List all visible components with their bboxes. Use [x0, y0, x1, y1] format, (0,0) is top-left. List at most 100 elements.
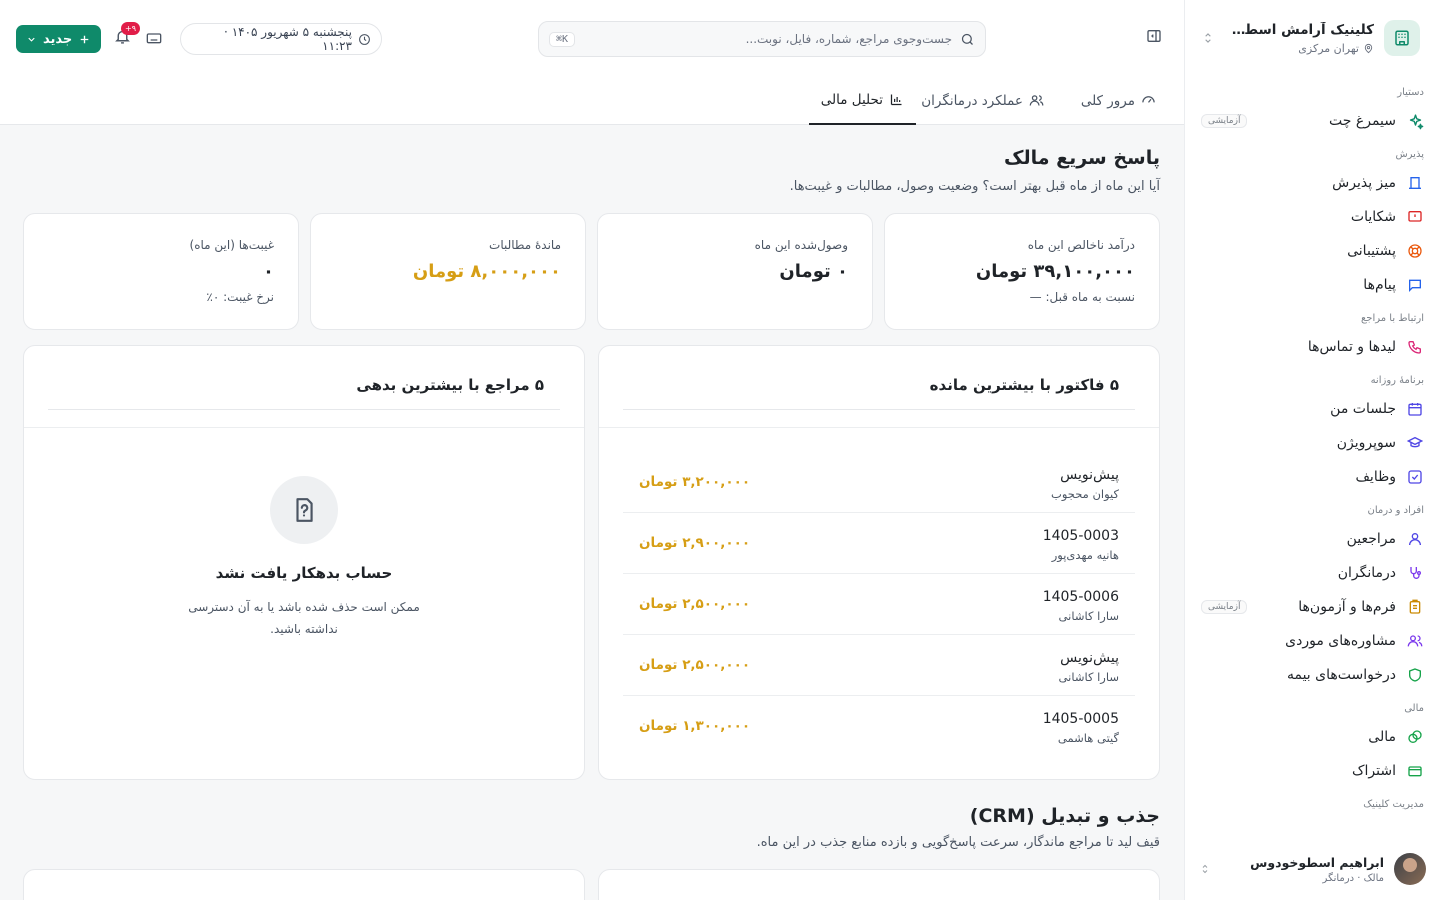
invoice-amount: ۱,۳۰۰,۰۰۰ تومان	[639, 718, 751, 734]
sidebar-item-messages[interactable]: پیام‌ها	[1185, 268, 1440, 302]
graduation-cap-icon	[1406, 434, 1424, 452]
search-input[interactable]: جست‌وجوی مراجع، شماره، فایل، نوبت...	[583, 32, 952, 46]
sidebar-item-label: لیدها و تماس‌ها	[1307, 339, 1396, 355]
kpi-sub: نرخ غیبت: ۰٪	[206, 290, 274, 304]
phone-icon	[1406, 338, 1424, 356]
card-title: ۵ فاکتور با بیشترین مانده	[929, 376, 1119, 394]
kpi-value: ۰ تومان	[779, 261, 848, 282]
sidebar-item-label: مالی	[1368, 729, 1396, 745]
kpi-label: غیبت‌ها (این ماه)	[189, 238, 274, 252]
sidebar-item-forms[interactable]: فرم‌ها و آزمون‌ها آزمایشی	[1185, 590, 1440, 624]
main-content: پاسخ سریع مالک آیا این ماه از ماه قبل به…	[0, 125, 1184, 900]
kpi-label: وصول‌شده این ماه	[754, 238, 848, 252]
trial-badge: آزمایشی	[1201, 600, 1248, 614]
alert-message-icon	[1406, 208, 1424, 226]
file-question-icon	[270, 476, 338, 544]
sidebar-item-label: سوپرویژن	[1336, 435, 1396, 451]
sidebar-item-case-consultations[interactable]: مشاوره‌های موردی	[1185, 624, 1440, 658]
top-invoices-card: ۵ فاکتور با بیشترین مانده پیش‌نویس کیوان…	[598, 345, 1160, 780]
group-title: مدیریت کلینیک	[1363, 799, 1424, 810]
group-title: پذیرش	[1395, 149, 1424, 160]
user-menu[interactable]: ابراهیم اسطوخودوس مالک · درمانگر	[1185, 850, 1440, 888]
invoice-row[interactable]: 1405-0006 سارا کاشانی ۲,۵۰۰,۰۰۰ تومان	[623, 574, 1135, 635]
tab-label: تحلیل مالی	[820, 91, 883, 108]
shortcut-badge: ⌘K	[549, 31, 576, 47]
sidebar-item-finance[interactable]: مالی	[1185, 720, 1440, 754]
group-title: دستیار	[1397, 87, 1424, 98]
sidebar-item-reception-desk[interactable]: میز پذیرش	[1185, 166, 1440, 200]
sparkles-icon	[1406, 112, 1424, 130]
divider	[24, 427, 584, 428]
clinic-location: تهران مرکزی	[1298, 41, 1359, 55]
users-icon	[1406, 632, 1424, 650]
user-name: ابراهیم اسطوخودوس	[1250, 854, 1384, 870]
owner-section-title: پاسخ سریع مالک	[1004, 147, 1160, 169]
tab-therapists-performance[interactable]: عملکرد درمانگران	[921, 76, 1044, 125]
invoice-row[interactable]: پیش‌نویس سارا کاشانی ۲,۵۰۰,۰۰۰ تومان	[623, 635, 1135, 696]
clinic-switcher[interactable]: کلینیک آرامش اسطوخو... تهران مرکزی	[1185, 0, 1440, 76]
sidebar-toggle-icon[interactable]	[1146, 28, 1162, 44]
kpi-label: ماندهٔ مطالبات	[489, 238, 561, 252]
group-title: برنامهٔ روزانه	[1370, 375, 1424, 386]
desk-icon	[1406, 174, 1424, 192]
kpi-value: ۸,۰۰۰,۰۰۰ تومان	[412, 261, 561, 282]
top-debtors-card: ۵ مراجع با بیشترین بدهی حساب بدهکار یافت…	[23, 345, 585, 780]
kpi-value: ۰	[263, 261, 274, 282]
sidebar-item-subscription[interactable]: اشتراک	[1185, 754, 1440, 788]
crm-section-title: جذب و تبدیل (CRM)	[969, 805, 1160, 827]
sidebar-item-simorgh-chat[interactable]: سیمرغ چت آزمایشی	[1185, 104, 1440, 138]
sidebar-item-label: درخواست‌های بیمه	[1286, 667, 1396, 683]
sidebar-item-supervision[interactable]: سوپرویژن	[1185, 426, 1440, 460]
coins-icon	[1406, 728, 1424, 746]
new-button[interactable]: جدید	[16, 25, 102, 53]
sidebar-item-my-sessions[interactable]: جلسات من	[1185, 392, 1440, 426]
sidebar-item-complaints[interactable]: شکایات	[1185, 200, 1440, 234]
datetime-pill[interactable]: پنجشنبه ۵ شهریور ۱۴۰۵ · ۱۱:۲۳	[180, 23, 382, 55]
card-title: ۵ مراجع با بیشترین بدهی	[356, 376, 544, 394]
sidebar-item-label: پشتیبانی	[1347, 243, 1396, 259]
sidebar-item-label: جلسات من	[1330, 401, 1396, 417]
search-icon	[960, 32, 975, 47]
owner-section-subtitle: آیا این ماه از ماه قبل بهتر است؟ وضعیت و…	[789, 179, 1160, 194]
invoice-amount: ۲,۵۰۰,۰۰۰ تومان	[639, 657, 751, 673]
sidebar-item-leads[interactable]: لیدها و تماس‌ها	[1185, 330, 1440, 364]
sidebar-item-tasks[interactable]: وظایف	[1185, 460, 1440, 494]
calendar-icon	[1406, 400, 1424, 418]
sidebar-item-therapists[interactable]: درمانگران	[1185, 556, 1440, 590]
invoice-row[interactable]: 1405-0005 گیتی هاشمی ۱,۳۰۰,۰۰۰ تومان	[623, 696, 1135, 757]
topbar: جست‌وجوی مراجع، شماره، فایل، نوبت... ⌘K …	[0, 0, 1184, 76]
invoice-number: پیش‌نویس	[1060, 467, 1119, 483]
checkbox-icon	[1406, 468, 1424, 486]
credit-card-icon	[1406, 762, 1424, 780]
message-icon	[1406, 276, 1424, 294]
group-title: مالی	[1404, 703, 1424, 714]
kpi-absences: غیبت‌ها (این ماه) ۰ نرخ غیبت: ۰٪	[23, 213, 299, 330]
invoice-number: 1405-0003	[1042, 528, 1119, 544]
crm-section-subtitle: قیف لید تا مراجع ماندگار، سرعت پاسخ‌گویی…	[756, 835, 1160, 850]
tab-overview[interactable]: مرور کلی	[1081, 76, 1156, 125]
sidebar-item-label: شکایات	[1350, 209, 1396, 225]
kpi-gross-revenue: درآمد ناخالص این ماه ۳۹,۱۰۰,۰۰۰ تومان نس…	[884, 213, 1160, 330]
sidebar-item-label: سیمرغ چت	[1329, 113, 1396, 129]
new-button-label: جدید	[43, 31, 73, 47]
invoice-row[interactable]: 1405-0003 هانیه مهدی‌پور ۲,۹۰۰,۰۰۰ تومان	[623, 513, 1135, 574]
crm-card	[23, 869, 585, 900]
chevron-down-icon	[26, 34, 37, 45]
clock-icon	[358, 33, 371, 46]
divider	[48, 409, 560, 410]
sidebar-item-support[interactable]: پشتیبانی	[1185, 234, 1440, 268]
sidebar-item-clients[interactable]: مراجعین	[1185, 522, 1440, 556]
divider	[599, 427, 1159, 428]
search-bar[interactable]: جست‌وجوی مراجع، شماره، فایل، نوبت... ⌘K	[538, 21, 986, 57]
map-pin-icon	[1363, 43, 1374, 54]
trial-badge: آزمایشی	[1201, 114, 1248, 128]
invoice-client: کیوان محجوب	[1051, 487, 1119, 501]
tab-financial-analysis[interactable]: تحلیل مالی	[808, 76, 916, 125]
keyboard-icon[interactable]	[146, 30, 162, 46]
invoice-row[interactable]: پیش‌نویس کیوان محجوب ۳,۲۰۰,۰۰۰ تومان	[623, 452, 1135, 513]
sidebar-item-insurance[interactable]: درخواست‌های بیمه	[1185, 658, 1440, 692]
kpi-collected: وصول‌شده این ماه ۰ تومان	[597, 213, 873, 330]
invoice-amount: ۲,۵۰۰,۰۰۰ تومان	[639, 596, 751, 612]
bar-chart-icon	[889, 92, 904, 107]
kpi-outstanding: ماندهٔ مطالبات ۸,۰۰۰,۰۰۰ تومان	[310, 213, 586, 330]
